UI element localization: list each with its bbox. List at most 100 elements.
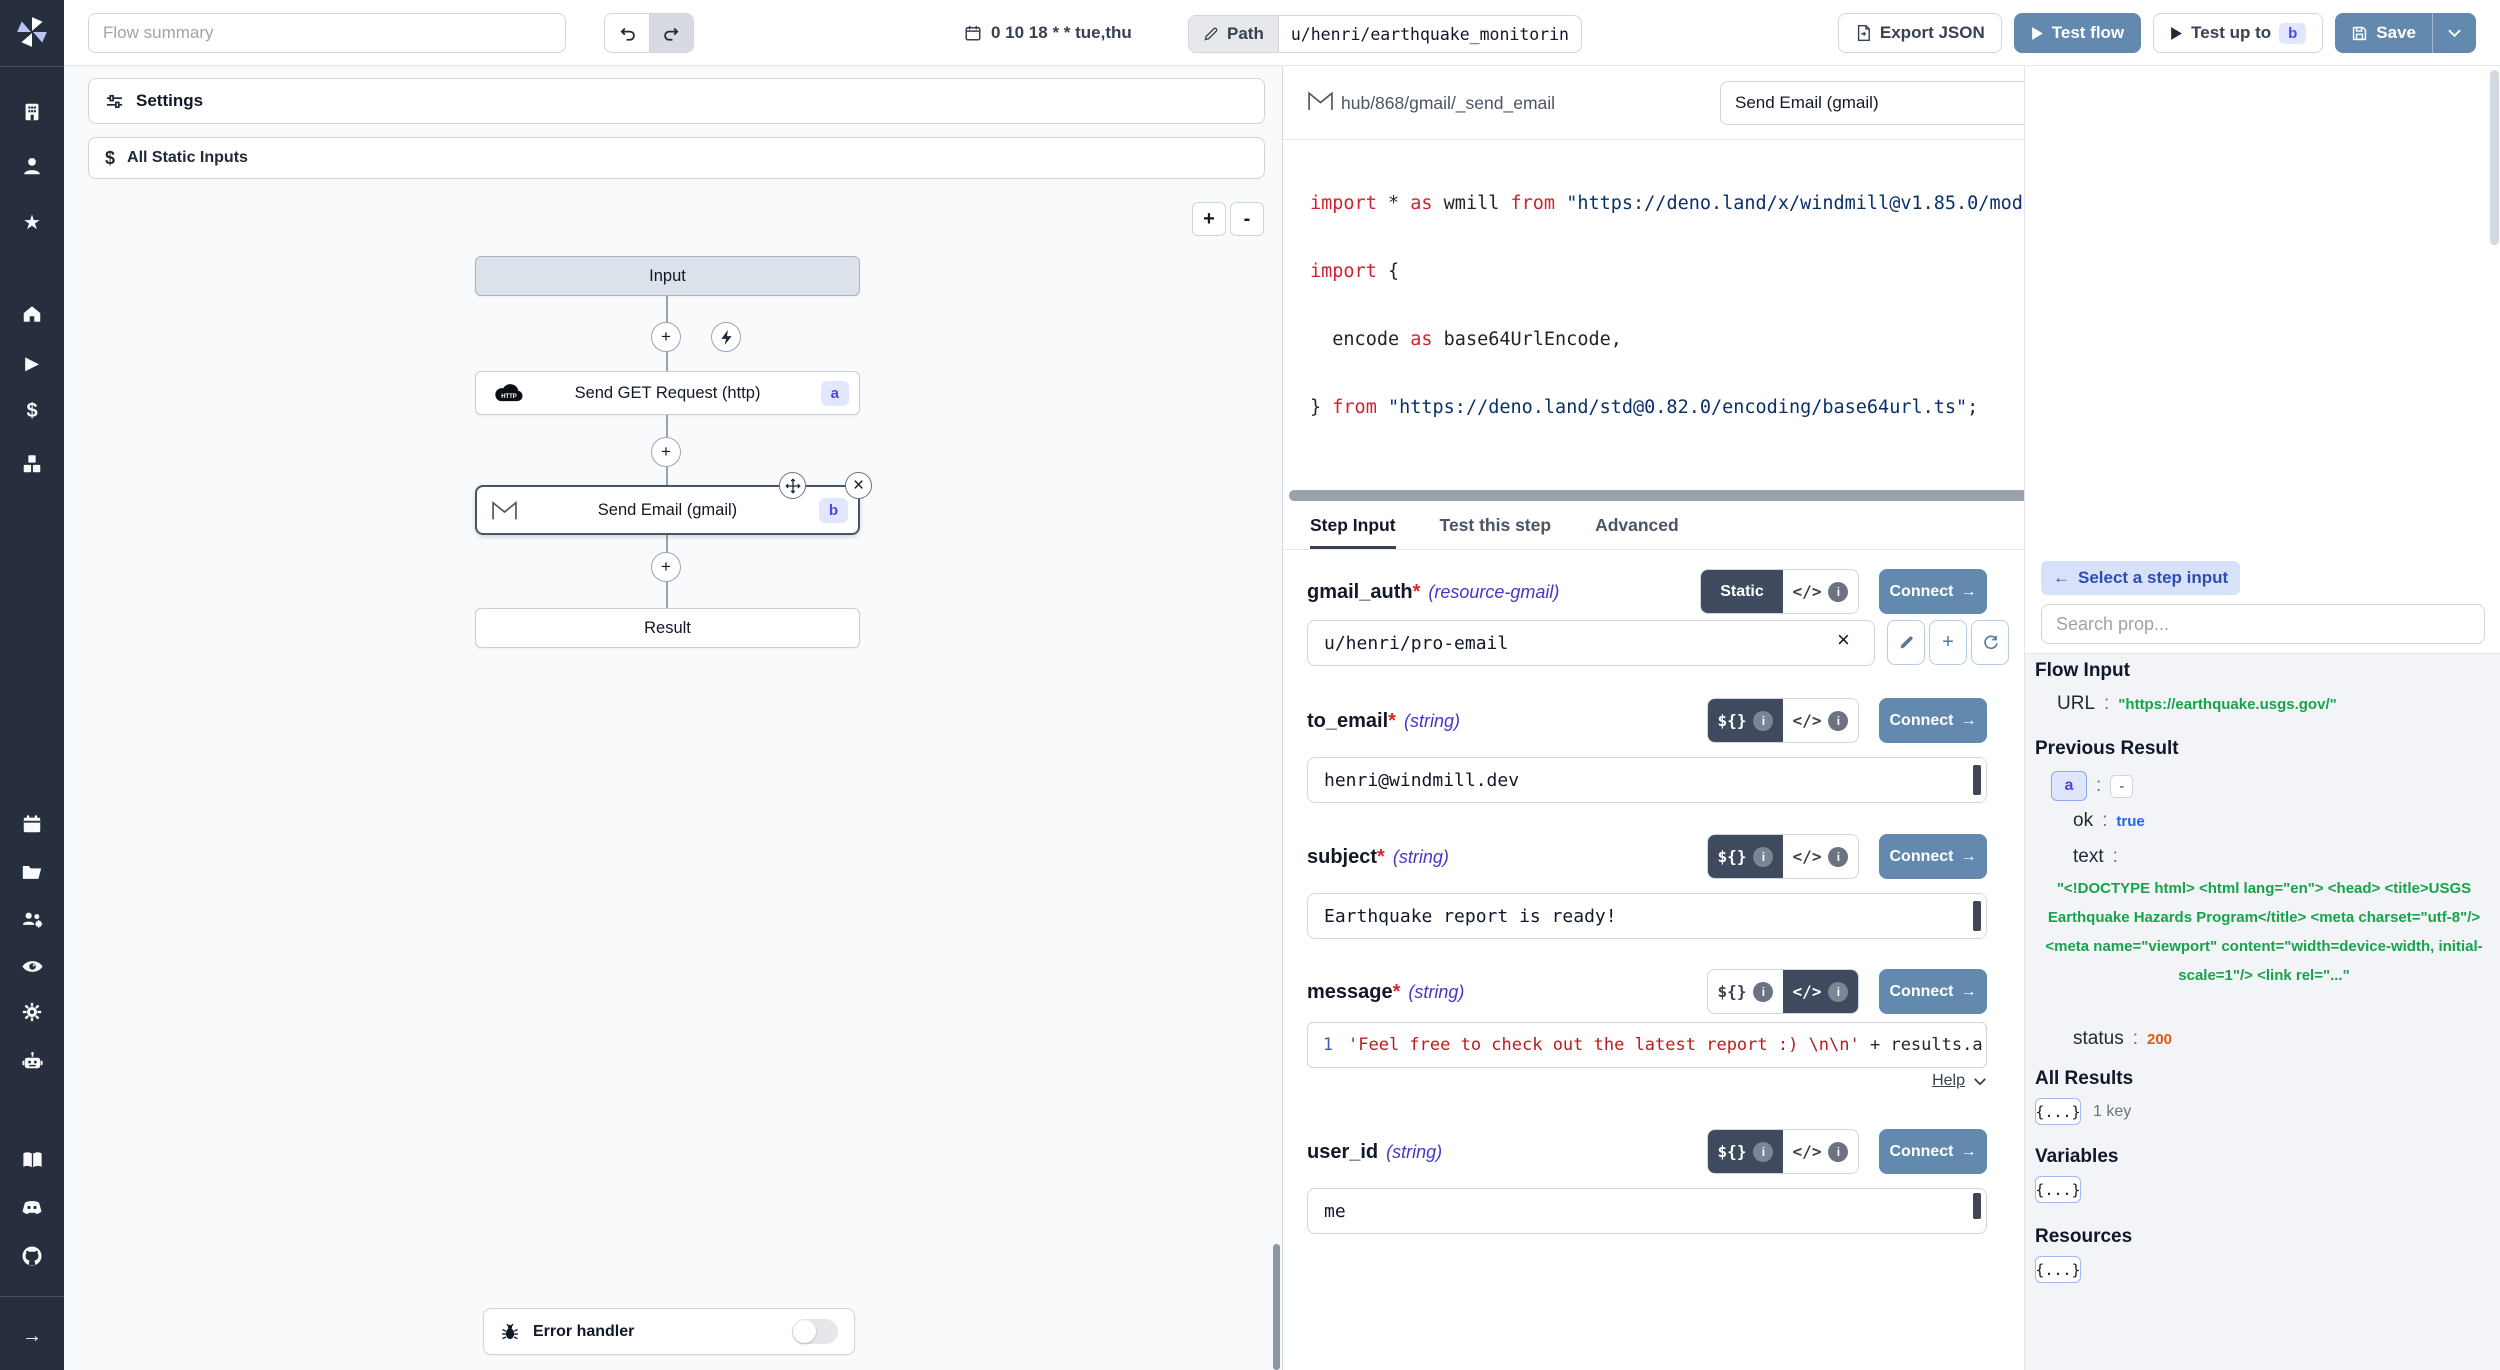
window-scrollbar[interactable] [2490,70,2499,245]
mode-javascript[interactable]: </>i [1783,699,1858,742]
flow-node-get-request[interactable]: HTTP Send GET Request (http) a [475,371,860,415]
flow-panel-scrollbar[interactable] [1273,1244,1280,1370]
collapse-arrow-icon[interactable]: → [0,1318,64,1354]
save-dropdown-button[interactable] [2432,13,2476,53]
flow-node-input[interactable]: Input [475,256,860,296]
tab-test-this-step[interactable]: Test this step [1440,504,1552,549]
tab-step-input[interactable]: Step Input [1310,504,1396,549]
move-step-button[interactable] [779,472,806,499]
textarea-grip[interactable] [1973,901,1981,931]
redo-button[interactable] [649,14,693,52]
test-flow-button[interactable]: Test flow [2014,13,2141,53]
all-static-inputs-button[interactable]: $ All Static Inputs [88,137,1265,179]
all-results-expand-chip[interactable]: {...} [2035,1098,2081,1125]
connect-button[interactable]: Connect→ [1879,834,1987,879]
info-icon[interactable]: i [1753,982,1773,1002]
mode-expression[interactable]: ${}i [1708,835,1783,878]
schedule-display[interactable]: 0 10 18 * * tue,thu [964,0,1132,66]
mode-expression[interactable]: ${}i [1708,970,1783,1013]
flow-node-result[interactable]: Result [475,608,860,648]
save-button[interactable]: Save [2335,13,2432,53]
connect-button[interactable]: Connect→ [1879,569,1987,614]
path-group[interactable]: Path u/henri/earthquake_monitorin [1188,15,1582,53]
clear-resource-button[interactable]: × [1837,629,1850,651]
star-icon[interactable]: ★ [0,205,64,241]
robot-icon[interactable] [0,1044,64,1080]
gear-icon[interactable] [0,994,64,1030]
users-settings-icon[interactable] [0,902,64,938]
mode-javascript[interactable]: </>i [1783,835,1858,878]
connect-button[interactable]: Connect→ [1879,698,1987,743]
info-icon[interactable]: i [1828,582,1848,602]
test-up-to-button[interactable]: Test up to b [2153,13,2323,53]
info-icon[interactable]: i [1828,711,1848,731]
mode-expression[interactable]: ${}i [1708,699,1783,742]
export-json-button[interactable]: Export JSON [1838,13,2002,53]
mode-static[interactable]: Static [1701,570,1783,613]
windmill-logo-icon[interactable] [0,8,64,56]
info-icon[interactable]: i [1828,982,1848,1002]
tab-advanced[interactable]: Advanced [1595,504,1679,549]
gmail-auth-resource-input[interactable] [1307,620,1875,666]
subject-input[interactable] [1307,893,1987,939]
github-icon[interactable] [0,1238,64,1274]
variables-expand-chip[interactable]: {...} [2035,1176,2081,1203]
mode-javascript[interactable]: </>i [1783,1130,1858,1173]
error-handler-toggle[interactable] [792,1319,838,1344]
textarea-grip[interactable] [1973,765,1981,795]
dollar-icon[interactable]: $ [0,393,64,429]
undo-button[interactable] [605,14,649,52]
info-icon[interactable]: i [1753,847,1773,867]
mode-javascript[interactable]: </>i [1783,570,1858,613]
add-step-button[interactable]: + [651,437,681,467]
folder-icon[interactable] [0,854,64,890]
connect-button[interactable]: Connect→ [1879,969,1987,1014]
settings-button[interactable]: Settings [88,78,1265,124]
select-step-input-button[interactable]: ← Select a step input [2041,561,2240,595]
info-icon[interactable]: i [1753,1142,1773,1162]
path-chip[interactable]: Path [1189,16,1279,52]
svg-text:HTTP: HTTP [501,394,517,400]
step-a-key-chip[interactable]: a [2051,771,2087,801]
info-icon[interactable]: i [1753,711,1773,731]
trigger-bolt-button[interactable] [711,322,741,352]
mode-javascript[interactable]: </>i [1783,970,1858,1013]
user-icon[interactable] [0,148,64,184]
refresh-resource-button[interactable] [1971,620,2009,665]
delete-step-button[interactable]: × [845,472,872,499]
text-row[interactable]: text : [2073,846,2118,868]
info-icon[interactable]: i [1828,1142,1848,1162]
book-icon[interactable] [0,1142,64,1178]
add-resource-button[interactable]: + [1929,620,1967,665]
eye-icon[interactable] [0,948,64,984]
zoom-out-button[interactable]: - [1230,202,1264,236]
to-email-input[interactable] [1307,757,1987,803]
edit-resource-button[interactable] [1887,620,1925,665]
hub-script-path[interactable]: hub/868/gmail/_send_email [1341,66,1555,140]
flow-input-url-row[interactable]: URL : "https://earthquake.usgs.gov/" [2057,693,2337,715]
play-icon[interactable]: ▶ [0,345,64,381]
node-label: Result [644,619,691,638]
help-link[interactable]: Help [1932,1072,1987,1090]
mode-expression[interactable]: ${}i [1708,1130,1783,1173]
add-step-button[interactable]: + [651,552,681,582]
cubes-icon[interactable] [0,446,64,482]
add-step-button[interactable]: + [651,322,681,352]
home-icon[interactable] [0,296,64,332]
text-value[interactable]: "<!DOCTYPE html> <html lang="en"> <head>… [2043,874,2485,990]
zoom-in-button[interactable]: + [1192,202,1226,236]
user-id-input[interactable] [1307,1188,1987,1234]
textarea-grip[interactable] [1973,1193,1981,1219]
info-icon[interactable]: i [1828,847,1848,867]
message-code-editor[interactable]: 1 'Feel free to check out the latest rep… [1307,1022,1987,1068]
ok-row[interactable]: ok : true [2073,810,2145,832]
discord-icon[interactable] [0,1190,64,1226]
calendar-icon[interactable] [0,806,64,842]
building-icon[interactable] [0,94,64,130]
connect-button[interactable]: Connect→ [1879,1129,1987,1174]
resources-expand-chip[interactable]: {...} [2035,1256,2081,1283]
search-prop-input[interactable] [2041,604,2485,644]
flow-summary-input[interactable] [88,13,566,53]
status-row[interactable]: status : 200 [2073,1028,2172,1050]
collapse-button[interactable]: - [2110,775,2133,798]
